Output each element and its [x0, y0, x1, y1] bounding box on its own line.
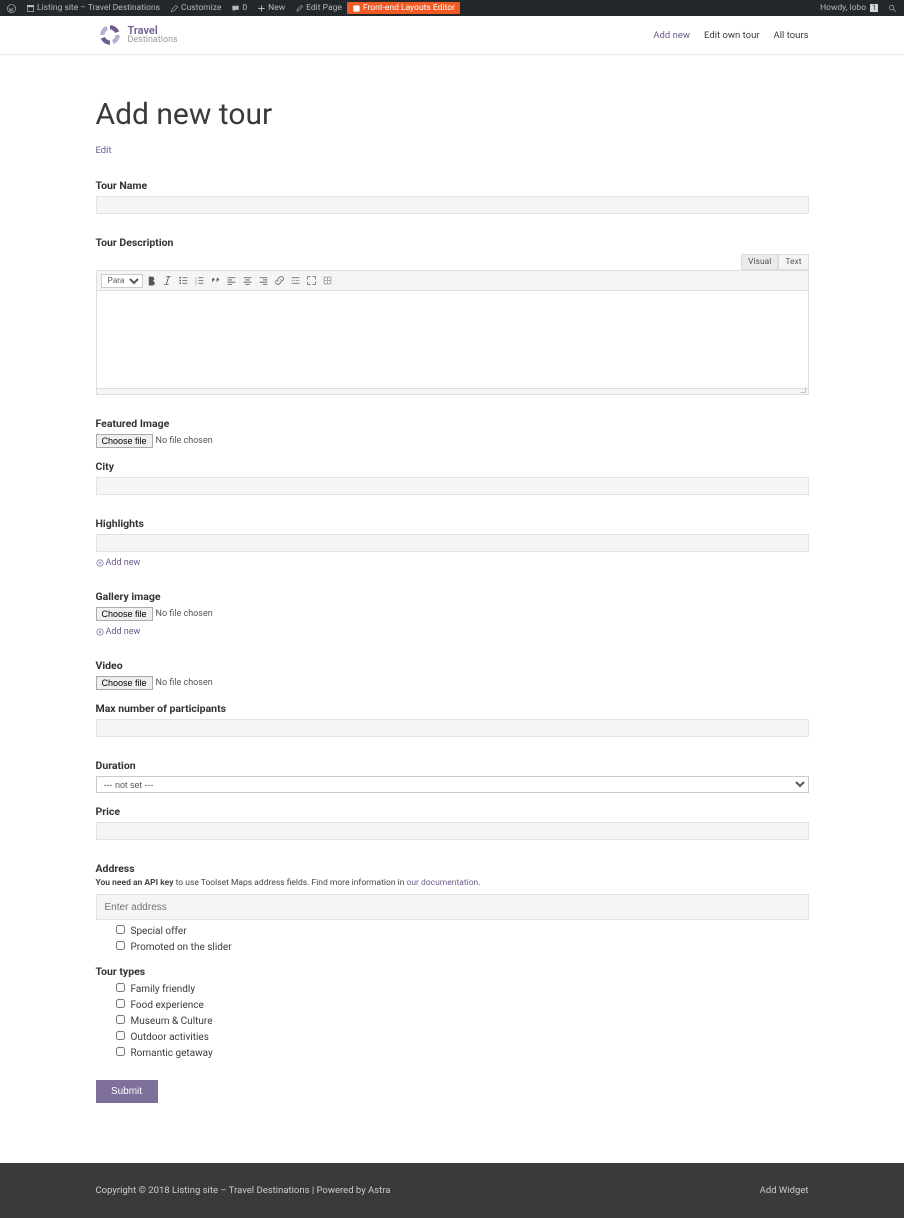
featured-choose-file[interactable]: Choose file: [96, 434, 153, 448]
tour-name-input[interactable]: [96, 196, 809, 214]
highlights-add-new[interactable]: Add new: [96, 558, 809, 568]
featured-file-status: No file chosen: [156, 436, 213, 446]
link-icon[interactable]: [272, 273, 287, 288]
type-family[interactable]: Family friendly: [116, 984, 809, 995]
align-left-icon[interactable]: [224, 273, 239, 288]
label-tour-types: Tour types: [96, 965, 809, 978]
readmore-icon[interactable]: [288, 273, 303, 288]
type-romantic[interactable]: Romantic getaway: [116, 1048, 809, 1059]
editor-tab-text[interactable]: Text: [778, 254, 808, 270]
bold-icon[interactable]: [144, 273, 159, 288]
type-outdoor[interactable]: Outdoor activities: [116, 1032, 809, 1043]
label-duration: Duration: [96, 759, 809, 772]
logo-subtitle: Destinations: [128, 36, 178, 45]
format-select[interactable]: Paragraph: [101, 274, 143, 288]
fullscreen-icon[interactable]: [304, 273, 319, 288]
quote-icon[interactable]: [208, 273, 223, 288]
label-price: Price: [96, 805, 809, 818]
max-participants-input[interactable]: [96, 719, 809, 737]
page-title: Add new tour: [96, 97, 809, 132]
wp-logo[interactable]: [2, 4, 21, 13]
footer-copyright: Copyright © 2018 Listing site – Travel D…: [96, 1185, 391, 1196]
italic-icon[interactable]: [160, 273, 175, 288]
label-city: City: [96, 460, 809, 473]
city-input[interactable]: [96, 477, 809, 495]
new-link[interactable]: New: [252, 3, 290, 13]
video-file-status: No file chosen: [156, 678, 213, 688]
label-video: Video: [96, 659, 809, 672]
add-widget-link[interactable]: Add Widget: [760, 1185, 809, 1196]
toolbar-toggle-icon[interactable]: [320, 273, 335, 288]
label-tour-description: Tour Description: [96, 236, 809, 249]
svg-text:3: 3: [195, 281, 197, 285]
search-icon[interactable]: [883, 4, 902, 13]
howdy-user[interactable]: Howdy, lobo1: [815, 3, 883, 13]
submit-button[interactable]: Submit: [96, 1080, 158, 1103]
editor-resize-handle[interactable]: [96, 389, 809, 395]
gallery-file-status: No file chosen: [156, 609, 213, 619]
nav-edit-own-tour[interactable]: Edit own tour: [704, 30, 760, 41]
flag-promoted[interactable]: Promoted on the slider: [116, 942, 809, 953]
edit-link[interactable]: Edit: [96, 145, 112, 156]
frontend-layouts-editor[interactable]: Front-end Layouts Editor: [347, 2, 460, 14]
logo-icon: [96, 21, 124, 49]
api-key-notice: You need an API key to use Toolset Maps …: [96, 878, 809, 888]
address-input[interactable]: [96, 894, 809, 920]
editor-tab-visual[interactable]: Visual: [741, 254, 778, 270]
highlights-input[interactable]: [96, 534, 809, 552]
primary-nav: Add new Edit own tour All tours: [653, 30, 808, 41]
label-gallery: Gallery image: [96, 590, 809, 603]
site-header: TravelDestinations Add new Edit own tour…: [0, 16, 904, 55]
label-max-participants: Max number of participants: [96, 702, 809, 715]
nav-add-new[interactable]: Add new: [653, 30, 690, 41]
comments-link[interactable]: 0: [226, 3, 252, 13]
gallery-add-new[interactable]: Add new: [96, 627, 809, 637]
avatar-icon: 1: [870, 4, 878, 12]
nav-all-tours[interactable]: All tours: [774, 30, 809, 41]
price-input[interactable]: [96, 822, 809, 840]
type-museum[interactable]: Museum & Culture: [116, 1016, 809, 1027]
label-featured-image: Featured Image: [96, 417, 809, 430]
edit-page-link[interactable]: Edit Page: [290, 3, 347, 13]
bullet-list-icon[interactable]: [176, 273, 191, 288]
flag-special-offer[interactable]: Special offer: [116, 926, 809, 937]
editor-toolbar: Paragraph 123: [96, 270, 809, 291]
label-tour-name: Tour Name: [96, 179, 809, 192]
site-footer: Copyright © 2018 Listing site – Travel D…: [0, 1163, 904, 1218]
video-choose-file[interactable]: Choose file: [96, 676, 153, 690]
customize-link[interactable]: Customize: [165, 3, 226, 13]
duration-select[interactable]: --- not set ---: [96, 776, 809, 793]
editor-body[interactable]: [96, 291, 809, 389]
number-list-icon[interactable]: 123: [192, 273, 207, 288]
documentation-link[interactable]: our documentation: [407, 878, 479, 888]
align-center-icon[interactable]: [240, 273, 255, 288]
wp-admin-bar: Listing site – Travel Destinations Custo…: [0, 0, 904, 16]
gallery-choose-file[interactable]: Choose file: [96, 607, 153, 621]
type-food[interactable]: Food experience: [116, 1000, 809, 1011]
label-highlights: Highlights: [96, 517, 809, 530]
logo[interactable]: TravelDestinations: [96, 21, 178, 49]
align-right-icon[interactable]: [256, 273, 271, 288]
label-address: Address: [96, 862, 809, 875]
site-name-link[interactable]: Listing site – Travel Destinations: [21, 3, 165, 13]
